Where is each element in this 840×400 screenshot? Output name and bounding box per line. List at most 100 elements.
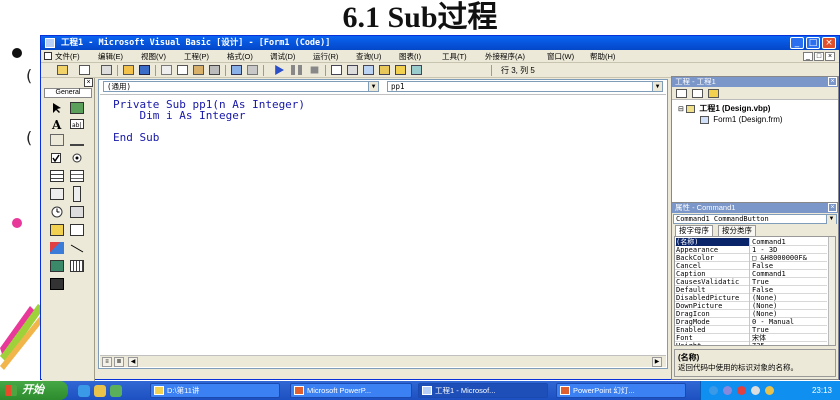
- menu-help[interactable]: 帮助(H): [590, 50, 615, 63]
- copy-icon[interactable]: [177, 65, 188, 75]
- close-button[interactable]: ×: [822, 37, 836, 49]
- procedure-combo[interactable]: pp1 ▼: [387, 81, 663, 92]
- listbox-icon[interactable]: [70, 170, 84, 182]
- minimize-button[interactable]: _: [790, 37, 804, 49]
- dirlistbox-icon[interactable]: [50, 224, 64, 236]
- mdi-minimize-button[interactable]: _: [803, 52, 813, 61]
- help-icon[interactable]: [709, 386, 718, 395]
- property-value[interactable]: □ &H8000000F&: [752, 254, 827, 262]
- menu-run[interactable]: 运行(R): [313, 50, 338, 63]
- window-titlebar[interactable]: 工程1 - Microsoft Visual Basic [设计] - [For…: [41, 36, 839, 50]
- property-value[interactable]: True: [752, 278, 827, 286]
- property-row[interactable]: (名称) Command1: [675, 238, 827, 246]
- property-value[interactable]: Command1: [752, 270, 827, 278]
- project-pane-close-button[interactable]: ×: [828, 77, 837, 86]
- property-row[interactable]: CausesValidatic True: [675, 278, 827, 286]
- tree-item-form[interactable]: Form1 (Design.frm): [700, 115, 783, 125]
- property-row[interactable]: DragIcon (None): [675, 310, 827, 318]
- toolbox-icon[interactable]: [395, 65, 406, 75]
- full-module-view-icon[interactable]: ≣: [114, 357, 124, 367]
- tab-alphabetic[interactable]: 按字母序: [675, 225, 713, 236]
- menu-file[interactable]: 文件(F): [55, 50, 80, 63]
- form-layout-icon[interactable]: [363, 65, 374, 75]
- start-icon[interactable]: [275, 65, 284, 75]
- property-value[interactable]: (None): [752, 302, 827, 310]
- code-horizontal-scrollbar[interactable]: ≡ ≣ ◀ ▶: [100, 355, 666, 367]
- toggle-folders-icon[interactable]: [708, 89, 719, 98]
- add-form-icon[interactable]: [79, 65, 90, 75]
- label-icon[interactable]: A: [50, 118, 64, 130]
- view-code-icon[interactable]: [676, 89, 687, 98]
- tree-item-project[interactable]: ⊟ 工程1 (Design.vbp): [678, 104, 770, 115]
- vscrollbar-icon[interactable]: [73, 186, 81, 202]
- property-row[interactable]: Font 宋体: [675, 334, 827, 342]
- menu-editor-icon[interactable]: [101, 65, 112, 75]
- menu-project[interactable]: 工程(P): [184, 50, 209, 63]
- data-view-icon[interactable]: [411, 65, 422, 75]
- properties-pane-close-button[interactable]: ×: [828, 203, 837, 212]
- frame-icon[interactable]: [50, 134, 64, 146]
- cut-icon[interactable]: [161, 65, 172, 75]
- textbox-icon[interactable]: ab|: [70, 118, 84, 130]
- property-value[interactable]: 0 - Manual: [752, 318, 827, 326]
- combobox-icon[interactable]: [50, 170, 64, 182]
- property-value[interactable]: 1 - 3D: [752, 246, 827, 254]
- ie-icon[interactable]: [78, 385, 90, 397]
- object-selector[interactable]: Command1 CommandButton ▼: [673, 214, 837, 224]
- menu-diagram[interactable]: 图表(I): [399, 50, 421, 63]
- property-row[interactable]: Caption Command1: [675, 270, 827, 278]
- object-browser-icon[interactable]: [379, 65, 390, 75]
- toolbox-tab-general[interactable]: General: [44, 88, 92, 98]
- object-combo[interactable]: (通用) ▼: [103, 81, 379, 92]
- paste-icon[interactable]: [193, 65, 204, 75]
- property-value[interactable]: (None): [752, 310, 827, 318]
- menu-view[interactable]: 视图(V): [141, 50, 166, 63]
- property-row[interactable]: Height 735: [675, 342, 827, 345]
- menu-edit[interactable]: 编辑(E): [98, 50, 123, 63]
- menu-tools[interactable]: 工具(T): [442, 50, 467, 63]
- property-row[interactable]: BackColor □ &H8000000F&: [675, 254, 827, 262]
- pause-icon[interactable]: [291, 65, 302, 75]
- project-explorer-icon[interactable]: [331, 65, 342, 75]
- filelistbox-icon[interactable]: [70, 224, 84, 236]
- tab-categorized[interactable]: 按分类序: [718, 225, 756, 236]
- optionbutton-icon[interactable]: [70, 152, 84, 164]
- properties-icon[interactable]: [347, 65, 358, 75]
- media-player-icon[interactable]: [110, 385, 122, 397]
- properties-vertical-scrollbar[interactable]: [828, 237, 835, 345]
- volume-icon[interactable]: [751, 386, 760, 395]
- security-icon[interactable]: [737, 386, 746, 395]
- menu-window[interactable]: 窗口(W): [547, 50, 574, 63]
- code-editor[interactable]: Private Sub pp1(n As Integer) Dim i As I…: [100, 94, 666, 350]
- picturebox-icon[interactable]: [70, 102, 84, 114]
- menu-debug[interactable]: 调试(D): [270, 50, 295, 63]
- scroll-left-icon[interactable]: ◀: [128, 357, 138, 367]
- property-row[interactable]: DragMode 0 - Manual: [675, 318, 827, 326]
- property-row[interactable]: DisabledPicture (None): [675, 294, 827, 302]
- timer-icon[interactable]: [50, 206, 64, 218]
- chevron-down-icon[interactable]: ▼: [826, 215, 836, 224]
- toolbox-close-button[interactable]: ×: [84, 78, 93, 87]
- view-object-icon[interactable]: [692, 89, 703, 98]
- property-value[interactable]: 宋体: [752, 334, 827, 342]
- menu-format[interactable]: 格式(O): [227, 50, 253, 63]
- hscrollbar-icon[interactable]: [50, 188, 64, 200]
- property-value[interactable]: False: [752, 286, 827, 294]
- drivelistbox-icon[interactable]: [70, 206, 84, 218]
- network-icon[interactable]: [723, 386, 732, 395]
- start-button[interactable]: 开始: [0, 381, 68, 400]
- code-window-icon[interactable]: [44, 52, 52, 60]
- pointer-icon[interactable]: [50, 102, 64, 114]
- undo-icon[interactable]: [231, 65, 242, 75]
- find-icon[interactable]: [209, 65, 220, 75]
- checkbox-icon[interactable]: [50, 152, 64, 164]
- task-slideshow[interactable]: PowerPoint 幻灯...: [556, 383, 686, 398]
- property-row[interactable]: DownPicture (None): [675, 302, 827, 310]
- menu-query[interactable]: 查询(U): [356, 50, 381, 63]
- maximize-button[interactable]: □: [806, 37, 820, 49]
- data-icon[interactable]: [70, 260, 84, 272]
- property-row[interactable]: Appearance 1 - 3D: [675, 246, 827, 254]
- menu-addins[interactable]: 外接程序(A): [485, 50, 525, 63]
- property-row[interactable]: Default False: [675, 286, 827, 294]
- property-value[interactable]: True: [752, 326, 827, 334]
